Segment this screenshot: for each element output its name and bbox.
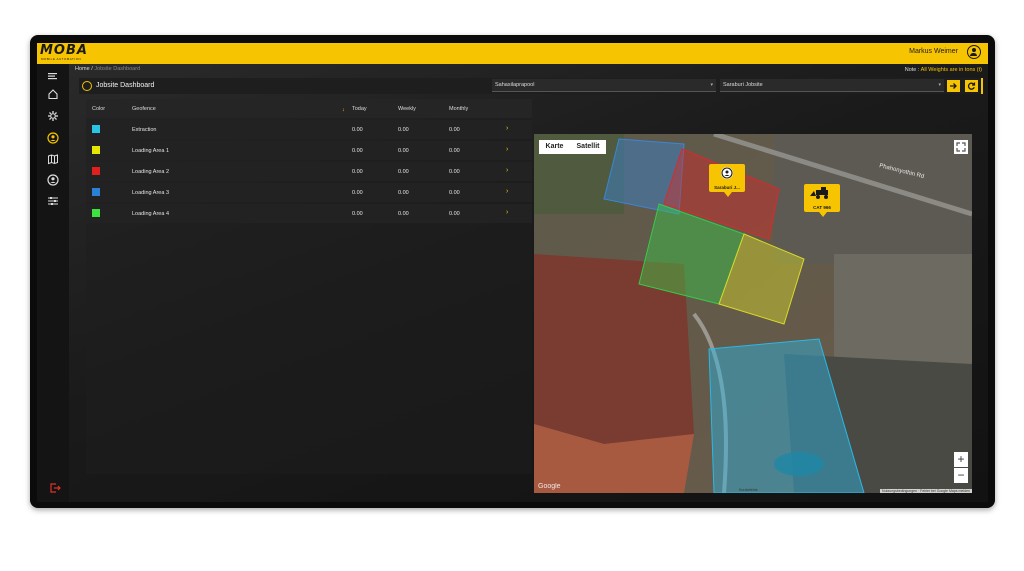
- geofence-color-swatch: [92, 188, 100, 196]
- geofence-name: Loading Area 3: [132, 190, 170, 196]
- user-avatar-icon[interactable]: [967, 45, 981, 59]
- titlebar-accent: [981, 78, 983, 94]
- fullscreen-button[interactable]: [954, 140, 968, 154]
- monthly-value: 0.00: [449, 169, 460, 175]
- geofence-color-swatch: [92, 125, 100, 133]
- map-attribution[interactable]: Nutzungsbedingungen · Fehler bei Google …: [880, 489, 972, 493]
- geofence-color-swatch: [92, 209, 100, 217]
- machine-marker[interactable]: CAT 966: [804, 184, 840, 217]
- geofence-table: Color Geofence ↓ Today Weekly Monthly Ex…: [86, 99, 532, 474]
- weekly-value: 0.00: [398, 211, 409, 217]
- weekly-value: 0.00: [398, 127, 409, 133]
- table-row[interactable]: Loading Area 1 0.00 0.00 0.00 ›: [86, 141, 532, 160]
- today-value: 0.00: [352, 211, 363, 217]
- monthly-value: 0.00: [449, 148, 460, 154]
- map-icon[interactable]: [47, 153, 59, 165]
- menu-toggle-icon[interactable]: [47, 70, 59, 82]
- table-row[interactable]: Loading Area 3 0.00 0.00 0.00 ›: [86, 183, 532, 202]
- go-button[interactable]: [947, 80, 960, 92]
- chevron-right-icon[interactable]: ›: [506, 146, 508, 153]
- jobsite-marker-icon: [721, 167, 733, 179]
- breadcrumb-current: Jobsite Dashboard: [94, 66, 141, 72]
- today-value: 0.00: [352, 148, 363, 154]
- chevron-right-icon[interactable]: ›: [506, 125, 508, 132]
- dashboard-titlebar: Jobsite Dashboard Sahasilaprapool ▾ Sara…: [79, 78, 983, 94]
- breadcrumb: Home / Jobsite Dashboard: [75, 66, 140, 72]
- chevron-down-icon: ▾: [710, 82, 713, 88]
- jobsite-user-icon[interactable]: [47, 132, 59, 144]
- table-row[interactable]: Loading Area 4 0.00 0.00 0.00 ›: [86, 204, 532, 223]
- jobsite-select-value: Saraburi Jobsite: [723, 82, 763, 88]
- col-monthly[interactable]: Monthly: [449, 106, 468, 112]
- breadcrumb-separator: /: [91, 66, 93, 72]
- wheel-loader-icon: [810, 187, 828, 199]
- jobsite-title-icon: [82, 81, 92, 91]
- logout-icon[interactable]: [49, 481, 61, 493]
- refresh-button[interactable]: [965, 80, 978, 92]
- operator-select[interactable]: Sahasilaprapool ▾: [492, 79, 716, 92]
- table-row[interactable]: Extraction 0.00 0.00 0.00 ›: [86, 120, 532, 139]
- satellite-imagery: Phahonyothin Rd: [534, 134, 972, 493]
- machine-marker-label: CAT 966: [813, 205, 831, 210]
- today-value: 0.00: [352, 190, 363, 196]
- map-type-karte[interactable]: Karte: [539, 140, 570, 154]
- table-header: Color Geofence ↓ Today Weekly Monthly: [86, 99, 532, 118]
- map-shortcuts-link[interactable]: Kurzbefehle: [739, 488, 758, 492]
- chevron-right-icon[interactable]: ›: [506, 188, 508, 195]
- weekly-value: 0.00: [398, 190, 409, 196]
- sliders-icon[interactable]: [47, 195, 59, 207]
- chevron-right-icon[interactable]: ›: [506, 209, 508, 216]
- home-icon[interactable]: [47, 88, 59, 100]
- logo-subtitle: MOBILE AUTOMATION: [41, 57, 82, 61]
- geofence-name: Extraction: [132, 127, 157, 133]
- chevron-down-icon: ▾: [938, 82, 941, 88]
- monthly-value: 0.00: [449, 211, 460, 217]
- note-label: Note :: [904, 67, 920, 73]
- jobsite-marker[interactable]: Saraburi J...: [709, 164, 745, 197]
- page-title: Jobsite Dashboard: [96, 82, 155, 89]
- today-value: 0.00: [352, 127, 363, 133]
- top-bar: MOBA MOBILE AUTOMATION Markus Weimer: [37, 43, 988, 64]
- geofence-name: Loading Area 2: [132, 169, 170, 175]
- monthly-value: 0.00: [449, 190, 460, 196]
- weights-note: Note : All Weights are in tons (t): [905, 67, 982, 73]
- user-name[interactable]: Markus Weimer: [909, 48, 958, 55]
- zoom-out-button[interactable]: −: [954, 468, 968, 483]
- moba-logo: MOBA: [40, 43, 88, 58]
- jobsite-marker-label: Saraburi J...: [714, 185, 740, 190]
- user-circle-icon[interactable]: [47, 174, 59, 186]
- settings-cog-icon[interactable]: [47, 110, 59, 122]
- monthly-value: 0.00: [449, 127, 460, 133]
- weekly-value: 0.00: [398, 169, 409, 175]
- geofence-name: Loading Area 1: [132, 148, 170, 154]
- breadcrumb-home[interactable]: Home: [75, 66, 90, 72]
- weekly-value: 0.00: [398, 148, 409, 154]
- col-today[interactable]: Today: [352, 106, 367, 112]
- sidebar: [37, 64, 69, 502]
- table-row[interactable]: Loading Area 2 0.00 0.00 0.00 ›: [86, 162, 532, 181]
- map-view[interactable]: Phahonyothin Rd Karte Satellit Saraburi …: [534, 134, 972, 493]
- sort-arrow-icon[interactable]: ↓: [342, 107, 345, 113]
- google-logo: Google: [538, 483, 561, 490]
- geofence-name: Loading Area 4: [132, 211, 170, 217]
- jobsite-select[interactable]: Saraburi Jobsite ▾: [720, 79, 944, 92]
- zoom-in-button[interactable]: +: [954, 452, 968, 467]
- geofence-color-swatch: [92, 146, 100, 154]
- note-text: All Weights are in tons (t): [920, 67, 982, 73]
- col-color: Color: [92, 106, 106, 112]
- today-value: 0.00: [352, 169, 363, 175]
- device-frame: MOBA MOBILE AUTOMATION Markus Weimer Hom…: [30, 35, 995, 508]
- map-type-satellit[interactable]: Satellit: [570, 140, 606, 154]
- operator-select-value: Sahasilaprapool: [495, 82, 535, 88]
- col-geofence[interactable]: Geofence: [132, 106, 156, 112]
- geofence-color-swatch: [92, 167, 100, 175]
- col-weekly[interactable]: Weekly: [398, 106, 416, 112]
- chevron-right-icon[interactable]: ›: [506, 167, 508, 174]
- app-screen: MOBA MOBILE AUTOMATION Markus Weimer Hom…: [37, 43, 988, 502]
